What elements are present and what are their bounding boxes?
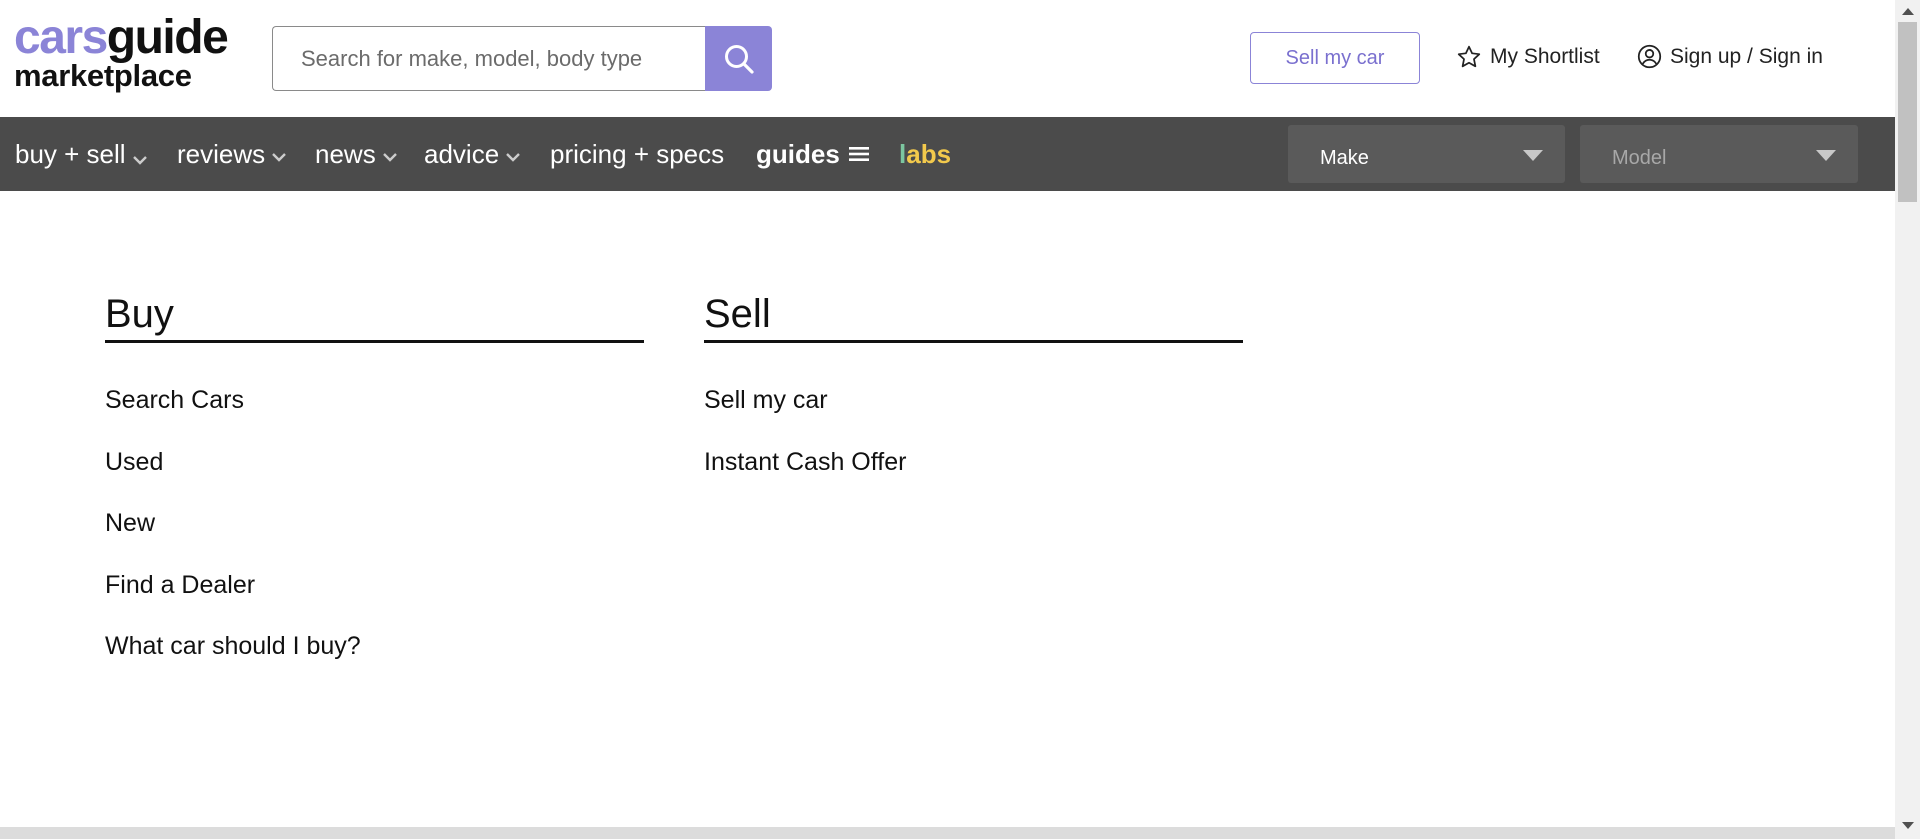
menu-link-instant-cash-offer[interactable]: Instant Cash Offer [704,447,1243,509]
chevron-down-icon [382,153,397,162]
nav-pricing-specs[interactable]: pricing + specs [550,117,724,191]
carsguide-marketplace-logo[interactable]: carsguide marketplace [14,11,229,93]
sign-in-label: Sign up / Sign in [1670,44,1823,68]
model-select-value: Model [1612,147,1667,169]
buy-links-list: Search Cars Used New Find a Dealer What … [105,385,644,693]
nav-buy-sell[interactable]: buy + sell [15,117,148,191]
chevron-down-icon [506,153,521,162]
my-shortlist-label: My Shortlist [1490,45,1600,68]
nav-guides-label: guides [756,138,840,169]
nav-news[interactable]: news [315,117,398,191]
my-shortlist-link[interactable]: My Shortlist [1456,44,1600,70]
nav-advice[interactable]: advice [424,117,521,191]
hamburger-menu-icon [848,147,869,161]
scroll-up-arrow-icon[interactable] [1902,8,1914,15]
nav-advice-label: advice [424,138,500,169]
nav-news-label: news [315,138,376,169]
nav-reviews-label: reviews [177,138,266,169]
sell-my-car-button[interactable]: Sell my car [1250,32,1420,84]
buy-menu-column: Buy Search Cars Used New Find a Dealer W… [105,290,644,693]
nav-pricing-specs-label: pricing + specs [550,138,725,169]
logo-guide-text: guide [106,11,229,64]
scrollbar-thumb[interactable] [1898,22,1917,202]
sell-menu-column: Sell Sell my car Instant Cash Offer [704,290,1243,508]
chevron-down-icon [272,153,286,162]
menu-link-new[interactable]: New [105,508,644,570]
make-select[interactable]: Make [1288,125,1565,183]
dropdown-arrow-icon [1523,150,1543,161]
menu-link-used[interactable]: Used [105,447,644,509]
nav-guides[interactable]: guides [756,117,870,191]
search-button[interactable] [705,26,772,91]
search-input[interactable] [272,26,705,91]
user-account-icon [1637,44,1662,69]
menu-link-search-cars[interactable]: Search Cars [105,385,644,447]
main-nav: buy + sell reviews news advice pricing +… [0,117,1895,191]
site-header: carsguide marketplace Sell my car My Sho… [0,0,1895,117]
make-select-value: Make [1320,147,1369,169]
horizontal-scrollbar[interactable] [0,827,1895,839]
chevron-down-icon [132,156,147,165]
logo-cars-text: cars [14,11,108,64]
nav-buy-sell-label: buy + sell [15,138,126,169]
sell-links-list: Sell my car Instant Cash Offer [704,385,1243,508]
labs-l-letter: l [899,138,907,169]
nav-reviews[interactable]: reviews [177,117,287,191]
sell-heading: Sell [704,290,1243,343]
scroll-down-arrow-icon[interactable] [1902,822,1914,829]
vertical-scrollbar[interactable] [1895,0,1920,839]
search-icon [724,44,754,74]
menu-link-find-a-dealer[interactable]: Find a Dealer [105,570,644,632]
nav-labs[interactable]: l abs [899,117,951,191]
model-select[interactable]: Model [1580,125,1858,183]
buy-heading: Buy [105,290,644,343]
logo-marketplace-text: marketplace [14,58,192,93]
labs-rest-letters: abs [906,138,952,169]
sign-in-link[interactable]: Sign up / Sign in [1637,44,1823,69]
dropdown-arrow-icon [1816,150,1836,161]
menu-link-what-car-should-i-buy[interactable]: What car should I buy? [105,631,644,693]
menu-link-sell-my-car[interactable]: Sell my car [704,385,1243,447]
search-bar [272,26,772,91]
star-icon [1457,45,1481,68]
